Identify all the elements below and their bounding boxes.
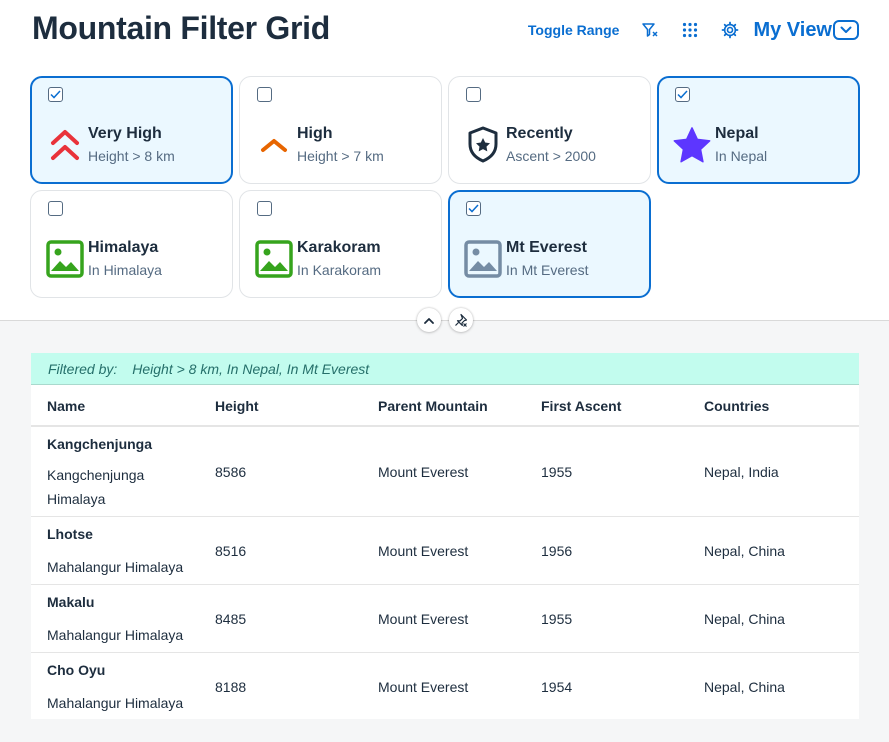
filter-tile-karakoram[interactable]: Karakoram In Karakoram [239,190,442,298]
table-row[interactable]: Makalu Mahalangur Himalaya 8485 Mount Ev… [31,585,859,653]
tile-subtitle: Height > 7 km [297,148,384,164]
cell-countries: Nepal, India [704,464,779,480]
tile-checkbox[interactable] [257,87,272,102]
image-icon [254,239,294,279]
table-row[interactable]: Kangchenjunga Kangchenjunga Himalaya 858… [31,427,859,517]
cell-range: Mahalangur Himalaya [47,559,184,575]
grid-menu-icon[interactable] [681,21,699,39]
tile-checkbox[interactable] [48,87,63,102]
mountains-table: Filtered by: Height > 8 km, In Nepal, In… [31,353,859,719]
chevron-down-icon[interactable] [833,20,859,40]
page-title: Mountain Filter Grid [32,10,330,46]
cell-height: 8485 [215,611,247,627]
cell-countries: Nepal, China [704,611,785,627]
cell-first-ascent: 1954 [541,679,573,695]
cell-range: Kangchenjunga Himalaya [47,467,145,507]
filter-tile-recently[interactable]: Recently Ascent > 2000 [448,76,651,184]
table-header: Name Height Parent Mountain First Ascent… [31,385,859,427]
tile-title: Recently [506,125,573,142]
my-view-label: My View [753,18,832,41]
gear-icon[interactable] [721,21,739,39]
filter-tile-high[interactable]: High Height > 7 km [239,76,442,184]
tile-title: Very High [88,125,162,142]
tile-title: Himalaya [88,239,159,256]
cell-parent-mountain: Mount Everest [378,679,469,695]
cell-height: 8188 [215,679,247,695]
cell-countries: Nepal, China [704,543,785,559]
cell-height: 8586 [215,464,247,480]
column-header-first-ascent[interactable]: First Ascent [541,398,621,414]
tile-checkbox[interactable] [257,201,272,216]
tile-title: Nepal [715,125,759,142]
filter-info-bar: Filtered by: Height > 8 km, In Nepal, In… [31,353,859,385]
filter-tile-very-high[interactable]: Very High Height > 8 km [30,76,233,184]
shield-star-icon [463,125,503,165]
cell-countries: Nepal, China [704,679,785,695]
cell-range: Mahalangur Himalaya [47,627,184,643]
cell-first-ascent: 1955 [541,464,573,480]
tile-title: Karakoram [297,239,381,256]
toolbar: Toggle Range My View [528,14,859,46]
toggle-range-button[interactable]: Toggle Range [528,22,620,38]
tile-checkbox[interactable] [466,87,481,102]
filter-info-value: Height > 8 km, In Nepal, In Mt Everest [132,360,370,377]
cell-height: 8516 [215,543,247,559]
my-view-selector[interactable]: My View [753,19,859,42]
cell-parent-mountain: Mount Everest [378,543,469,559]
chevron-up-icon [254,125,294,165]
filter-info-label: Filtered by: [48,360,118,377]
image-icon [45,239,85,279]
cell-name: Lhotse [47,526,93,542]
tile-subtitle: In Himalaya [88,262,162,278]
star-icon [672,125,712,165]
column-header-height[interactable]: Height [215,398,259,414]
filter-tile-nepal[interactable]: Nepal In Nepal [657,76,860,184]
clear-filter-icon[interactable] [641,21,659,39]
table-row[interactable]: Cho Oyu Mahalangur Himalaya 8188 Mount E… [31,653,859,719]
tile-subtitle: In Mt Everest [506,262,589,278]
tile-subtitle: In Nepal [715,148,768,164]
tile-subtitle: Ascent > 2000 [506,148,596,164]
column-header-name[interactable]: Name [47,398,85,414]
cell-name: Kangchenjunga [47,436,153,452]
column-header-countries[interactable]: Countries [704,398,769,414]
cell-parent-mountain: Mount Everest [378,611,469,627]
double-chevron-up-icon [45,125,85,165]
filter-tile-himalaya[interactable]: Himalaya In Himalaya [30,190,233,298]
tile-subtitle: Height > 8 km [88,148,175,164]
tile-title: Mt Everest [506,239,587,256]
cell-range: Mahalangur Himalaya [47,695,184,711]
filter-tile-mt-everest[interactable]: Mt Everest In Mt Everest [448,190,651,298]
cell-parent-mountain: Mount Everest [378,464,469,480]
tile-checkbox[interactable] [466,201,481,216]
cell-name: Makalu [47,594,95,610]
table-row[interactable]: Lhotse Mahalangur Himalaya 8516 Mount Ev… [31,517,859,585]
cell-first-ascent: 1956 [541,543,573,559]
tile-title: High [297,125,333,142]
cell-first-ascent: 1955 [541,611,573,627]
image-icon [463,239,503,279]
page-header: Mountain Filter Grid Toggle Range My Vie… [0,0,889,332]
column-header-parent-mountain[interactable]: Parent Mountain [378,398,488,414]
tile-checkbox[interactable] [675,87,690,102]
unpin-icon[interactable] [449,308,473,332]
tile-checkbox[interactable] [48,201,63,216]
collapse-header-button[interactable] [417,308,441,332]
cell-name: Cho Oyu [47,662,106,678]
tile-subtitle: In Karakoram [297,262,382,278]
